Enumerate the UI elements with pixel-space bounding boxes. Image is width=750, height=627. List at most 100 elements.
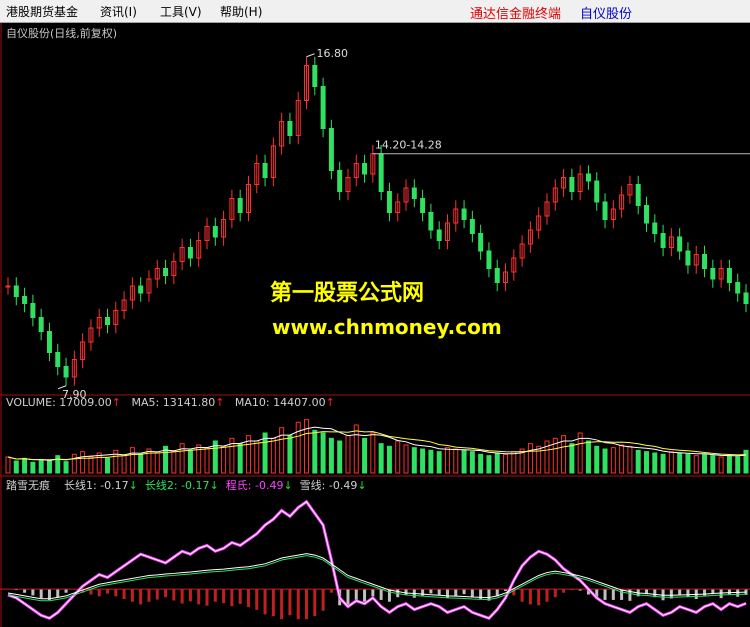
price-candle-body	[22, 296, 28, 304]
volume-bar	[304, 419, 310, 474]
volume-bar	[38, 459, 44, 474]
arrow-up-icon: ↑	[215, 396, 225, 409]
price-candle-body	[362, 163, 368, 175]
current-stock-name: 自仪股份	[580, 7, 633, 22]
volume-bar	[569, 443, 575, 474]
indicator-histogram-bar	[445, 589, 449, 599]
indicator-histogram-bar	[64, 589, 68, 593]
indicator-histogram-bar	[404, 589, 408, 595]
indicator-chengshi: 程氏: -0.49	[225, 479, 284, 492]
indicator-legend: 踏雪无痕 长线1: -0.17↓ 长线2: -0.17↓ 程氏: -0.49↓ …	[6, 477, 367, 493]
indicator-histogram-bar	[238, 589, 242, 604]
indicator-histogram-bar	[31, 589, 35, 596]
volume-bar	[643, 451, 649, 474]
menu-item-hk-futures-funds[interactable]: 港股期货基金	[6, 3, 78, 20]
price-candle-body	[602, 201, 608, 220]
indicator-histogram-bar	[462, 589, 466, 595]
ma10-value: MA10: 14407.00	[234, 396, 326, 409]
price-candle-body	[569, 177, 575, 192]
indicator-histogram-bar	[288, 589, 292, 616]
price-candle-body	[685, 250, 691, 266]
price-candle-body	[469, 219, 475, 234]
volume-bar	[503, 453, 509, 474]
price-candle-body	[30, 303, 36, 318]
price-candle-body	[726, 268, 732, 283]
volume-bar	[378, 443, 384, 474]
volume-bar	[428, 449, 434, 474]
volume-bar	[627, 445, 633, 474]
menu-item-help[interactable]: 帮助(H)	[220, 3, 262, 20]
price-candle-body	[163, 268, 169, 276]
price-candle-body	[461, 208, 467, 220]
volume-bar	[619, 444, 625, 474]
indicator-histogram-bar	[263, 589, 267, 615]
volume-bar	[146, 448, 152, 474]
price-candle-body	[643, 205, 649, 224]
price-candle-body	[743, 292, 749, 304]
volume-bar	[337, 440, 343, 474]
arrow-down-icon: ↓	[357, 479, 367, 492]
arrow-up-icon: ↑	[111, 396, 121, 409]
price-candle-body	[735, 282, 741, 294]
menu-item-info[interactable]: 资讯(I)	[100, 3, 137, 20]
price-candle-body	[386, 191, 392, 213]
volume-bar	[610, 447, 616, 474]
indicator-histogram-bar	[230, 589, 234, 607]
price-candle-body	[486, 250, 492, 269]
indicator-histogram-bar	[39, 589, 43, 599]
price-candle-body	[187, 247, 193, 259]
volume-bar	[594, 445, 600, 474]
indicator-histogram-bar	[611, 589, 615, 600]
volume-bar	[55, 455, 61, 474]
volume-bar	[403, 444, 409, 474]
volume-bar	[585, 440, 591, 474]
price-candle-body	[411, 187, 417, 199]
indicator-histogram-bar	[305, 589, 309, 620]
main-chart-title: 自仪股份(日线,前复权)	[6, 27, 118, 40]
indicator-histogram-bar	[180, 589, 184, 604]
volume-bar	[279, 427, 285, 474]
volume-bar	[635, 449, 641, 474]
chart-area[interactable]: 16.80 7.90 14.20-14.28 自仪股份(日线,前复权) VOLUME…	[0, 23, 750, 627]
volume-bar	[171, 451, 177, 474]
volume-bar	[237, 443, 243, 474]
price-candle-body	[710, 268, 716, 280]
volume-bar	[362, 437, 368, 474]
indicator-histogram-bar	[23, 589, 27, 593]
indicator-histogram-bar	[620, 589, 624, 600]
price-candle-body	[63, 366, 69, 378]
indicator-histogram-bar	[213, 589, 217, 602]
indicator-histogram-bar	[562, 589, 566, 593]
price-candle-body	[337, 170, 343, 192]
ma5-value: MA5: 13141.80	[131, 396, 216, 409]
volume-bar	[602, 448, 608, 474]
indicator-histogram-bar	[296, 589, 300, 620]
price-candle-body	[635, 184, 641, 206]
indicator-histogram-bar	[321, 589, 325, 611]
price-candle-body	[702, 254, 708, 269]
indicator-histogram-bar	[97, 589, 101, 597]
volume-bar	[88, 456, 94, 474]
indicator-histogram-bar	[727, 589, 731, 595]
volume-bar	[494, 452, 500, 474]
volume-bar	[187, 449, 193, 474]
indicator-histogram-bar	[537, 589, 541, 606]
indicator-histogram-bar	[454, 589, 458, 597]
volume-bar	[386, 445, 392, 474]
indicator-histogram-bar	[470, 589, 474, 598]
high-price-label: 16.80	[317, 47, 349, 60]
volume-bar	[204, 447, 210, 474]
arrow-down-icon: ↓	[209, 479, 219, 492]
indicator-histogram-bar	[164, 589, 168, 598]
price-candle-body	[478, 233, 484, 252]
volume-legend: VOLUME: 17009.00↑ MA5: 13141.80↑ MA10: 1…	[6, 396, 335, 409]
volume-bar	[702, 453, 708, 474]
price-candle-body	[428, 212, 434, 231]
indicator-chengshi-line	[7, 499, 747, 620]
price-candle-body	[328, 128, 334, 171]
volume-bar	[710, 455, 716, 474]
menu-item-tools[interactable]: 工具(V)	[160, 3, 202, 20]
volume-bar	[718, 456, 724, 474]
price-candle-body	[312, 65, 318, 87]
price-candle-body	[237, 198, 243, 213]
